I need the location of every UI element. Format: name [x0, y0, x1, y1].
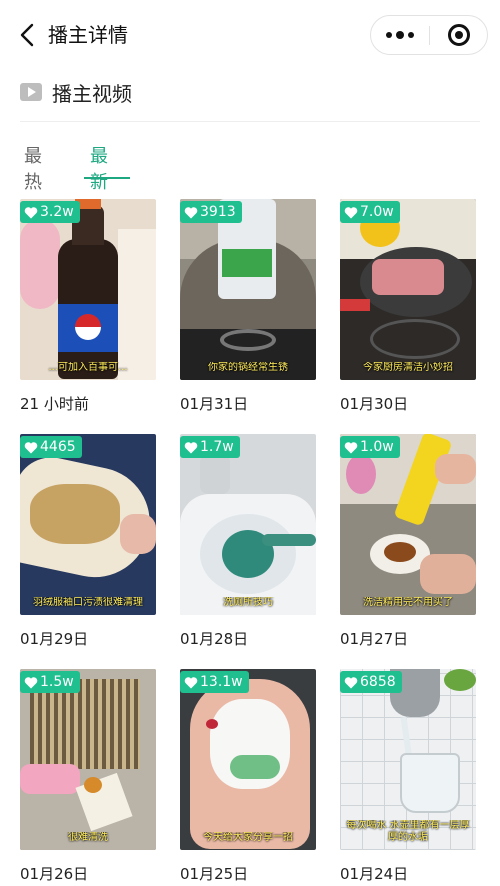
video-date: 21 小时前	[20, 395, 89, 413]
page-title: 播主详情	[48, 23, 128, 47]
more-dot-icon	[386, 32, 392, 38]
like-count-badge: 3.2w	[20, 201, 80, 223]
active-tab-indicator	[84, 177, 130, 179]
heart-icon	[24, 206, 38, 218]
like-count-badge: 3913	[180, 201, 242, 223]
navigation-bar: 播主详情	[0, 0, 500, 70]
video-date: 01月24日	[340, 865, 409, 883]
more-dot-icon	[396, 31, 404, 39]
section-title: 播主视频	[52, 81, 132, 106]
back-arrow-icon[interactable]	[16, 22, 42, 48]
heart-icon	[184, 441, 198, 453]
video-date: 01月25日	[180, 865, 249, 883]
video-date: 01月31日	[180, 395, 249, 413]
video-date: 01月28日	[180, 630, 249, 648]
heart-icon	[344, 676, 358, 688]
video-caption: 你家的锅经常生锈	[208, 362, 288, 373]
heart-icon	[344, 441, 358, 453]
more-options-button[interactable]	[371, 16, 429, 54]
video-thumbnail: 洗厕所技巧	[180, 434, 316, 615]
like-count: 3913	[200, 204, 236, 220]
video-thumbnail: 洗洁精用完不用买了	[340, 434, 476, 615]
video-caption: 今天给大家分享一招	[203, 832, 293, 843]
video-date: 01月26日	[20, 865, 89, 883]
section-header: 播主视频	[20, 80, 132, 106]
video-thumbnail: 很难清洗	[20, 669, 156, 850]
video-thumbnail: 每次喝水 水壶里都有一层厚厚的水垢	[340, 669, 476, 850]
like-count: 4465	[40, 439, 76, 455]
heart-icon	[184, 206, 198, 218]
heart-icon	[24, 676, 38, 688]
video-caption: 羽绒服袖口污渍很难清理	[33, 597, 143, 608]
video-date: 01月29日	[20, 630, 89, 648]
heart-icon	[24, 441, 38, 453]
like-count-badge: 1.0w	[340, 436, 400, 458]
video-thumbnail: 你家的锅经常生锈	[180, 199, 316, 380]
video-caption: 今家厨房清洁小妙招	[363, 362, 453, 373]
like-count: 7.0w	[360, 204, 394, 220]
like-count-badge: 7.0w	[340, 201, 400, 223]
video-date: 01月30日	[340, 395, 409, 413]
like-count-badge: 1.7w	[180, 436, 240, 458]
video-caption: 每次喝水 水壶里都有一层厚厚的水垢	[346, 820, 470, 843]
tab-hottest[interactable]: 最热	[24, 144, 42, 196]
video-caption: ...可加入百事可...	[48, 362, 128, 373]
close-mini-program-button[interactable]	[430, 16, 488, 54]
target-circle-icon	[448, 24, 470, 46]
video-thumbnail: ...可加入百事可...	[20, 199, 156, 380]
like-count-badge: 4465	[20, 436, 82, 458]
like-count-badge: 1.5w	[20, 671, 80, 693]
more-dot-icon	[408, 32, 414, 38]
video-caption: 很难清洗	[68, 832, 108, 843]
heart-icon	[344, 206, 358, 218]
video-caption: 洗洁精用完不用买了	[363, 597, 453, 608]
tab-newest[interactable]: 最新	[90, 144, 108, 196]
like-count-badge: 6858	[340, 671, 402, 693]
like-count: 1.0w	[360, 439, 394, 455]
like-count: 3.2w	[40, 204, 74, 220]
like-count: 6858	[360, 674, 396, 690]
mini-program-capsule	[370, 15, 488, 55]
like-count: 1.5w	[40, 674, 74, 690]
video-thumbnail: 羽绒服袖口污渍很难清理	[20, 434, 156, 615]
section-divider	[20, 121, 480, 122]
like-count-badge: 13.1w	[180, 671, 249, 693]
heart-icon	[184, 676, 198, 688]
like-count: 13.1w	[200, 674, 243, 690]
like-count: 1.7w	[200, 439, 234, 455]
video-date: 01月27日	[340, 630, 409, 648]
video-thumbnail: 今天给大家分享一招	[180, 669, 316, 850]
video-caption: 洗厕所技巧	[223, 597, 273, 608]
video-thumbnail: 今家厨房清洁小妙招	[340, 199, 476, 380]
video-play-icon	[20, 83, 42, 101]
